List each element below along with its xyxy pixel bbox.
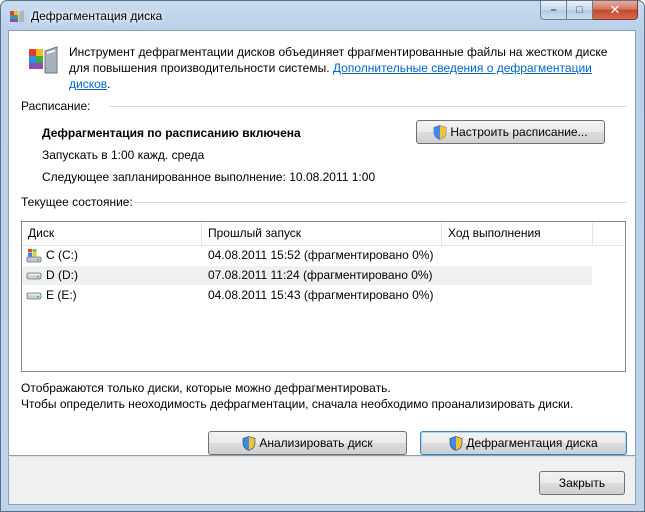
maximize-button[interactable]: □ xyxy=(567,1,593,20)
disk-list-header: Диск Прошлый запуск Ход выполнения xyxy=(22,222,625,246)
hard-drive-icon xyxy=(26,292,42,300)
configure-schedule-button[interactable]: Настроить расписание... xyxy=(416,120,605,144)
current-state-label: Текущее состояние: xyxy=(21,195,133,209)
table-row[interactable]: C (C:) 04.08.2011 15:52 (фрагментировано… xyxy=(22,246,592,265)
minimize-button[interactable]: – xyxy=(540,1,567,20)
analyze-disk-button[interactable]: Анализировать диск xyxy=(208,431,407,455)
disk-name: D (D:) xyxy=(46,268,78,282)
maximize-icon: □ xyxy=(576,4,583,16)
disk-last-run: 07.08.2011 11:24 (фрагментировано 0%) xyxy=(208,268,433,282)
schedule-label: Расписание: xyxy=(21,99,91,113)
close-icon: ✕ xyxy=(609,2,621,17)
defrag-app-icon xyxy=(10,10,24,22)
minimize-icon: – xyxy=(550,4,557,16)
disk-list[interactable]: Диск Прошлый запуск Ход выполнения C (C:… xyxy=(21,221,626,372)
column-progress[interactable]: Ход выполнения xyxy=(442,222,593,245)
caption-buttons: – □ ✕ xyxy=(540,1,638,21)
column-last-run[interactable]: Прошлый запуск xyxy=(202,222,442,245)
uac-shield-icon xyxy=(434,124,447,140)
uac-shield-icon xyxy=(243,435,256,451)
footer-bar: Закрыть xyxy=(8,456,636,505)
client-area: Инструмент дефрагментации дисков объедин… xyxy=(8,30,636,456)
column-disk[interactable]: Диск xyxy=(22,222,202,245)
table-row[interactable]: E (E:) 04.08.2011 15:43 (фрагментировано… xyxy=(22,286,592,305)
disk-name: E (E:) xyxy=(46,288,77,302)
analyze-disk-label: Анализировать диск xyxy=(259,436,373,450)
defragment-disk-button[interactable]: Дефрагментация диска xyxy=(420,431,627,455)
intro-period: . xyxy=(107,77,111,91)
disk-name: C (C:) xyxy=(46,248,78,262)
disk-last-run: 04.08.2011 15:52 (фрагментировано 0%) xyxy=(208,248,434,262)
close-button-label: Закрыть xyxy=(558,476,606,490)
title-bar[interactable]: Дефрагментация диска – □ ✕ xyxy=(1,1,644,30)
uac-shield-icon xyxy=(450,435,463,451)
schedule-status: Дефрагментация по расписанию включена xyxy=(42,126,301,140)
defrag-app-icon xyxy=(29,46,58,74)
configure-schedule-label: Настроить расписание... xyxy=(450,125,588,139)
system-drive-icon xyxy=(26,249,42,263)
defragment-disk-label: Дефрагментация диска xyxy=(466,436,598,450)
close-button[interactable]: Закрыть xyxy=(539,471,625,495)
hard-drive-icon xyxy=(26,272,42,280)
window-title: Дефрагментация диска xyxy=(31,9,163,23)
notes-defragmentable-only: Отображаются только диски, которые можно… xyxy=(21,381,391,395)
close-window-button[interactable]: ✕ xyxy=(593,1,638,20)
defrag-window: Дефрагментация диска – □ ✕ Инструмент де… xyxy=(0,0,645,512)
schedule-next-run: Следующее запланированное выполнение: 10… xyxy=(42,170,376,184)
notes-analyze-first: Чтобы определить неоходимость дефрагмент… xyxy=(21,397,574,411)
current-state-divider xyxy=(134,202,627,203)
intro-text: Инструмент дефрагментации дисков объедин… xyxy=(69,44,629,92)
schedule-run-time: Запускать в 1:00 кажд. среда xyxy=(42,148,205,162)
schedule-divider xyxy=(109,106,627,107)
table-row[interactable]: D (D:) 07.08.2011 11:24 (фрагментировано… xyxy=(22,266,592,285)
disk-last-run: 04.08.2011 15:43 (фрагментировано 0%) xyxy=(208,288,434,302)
